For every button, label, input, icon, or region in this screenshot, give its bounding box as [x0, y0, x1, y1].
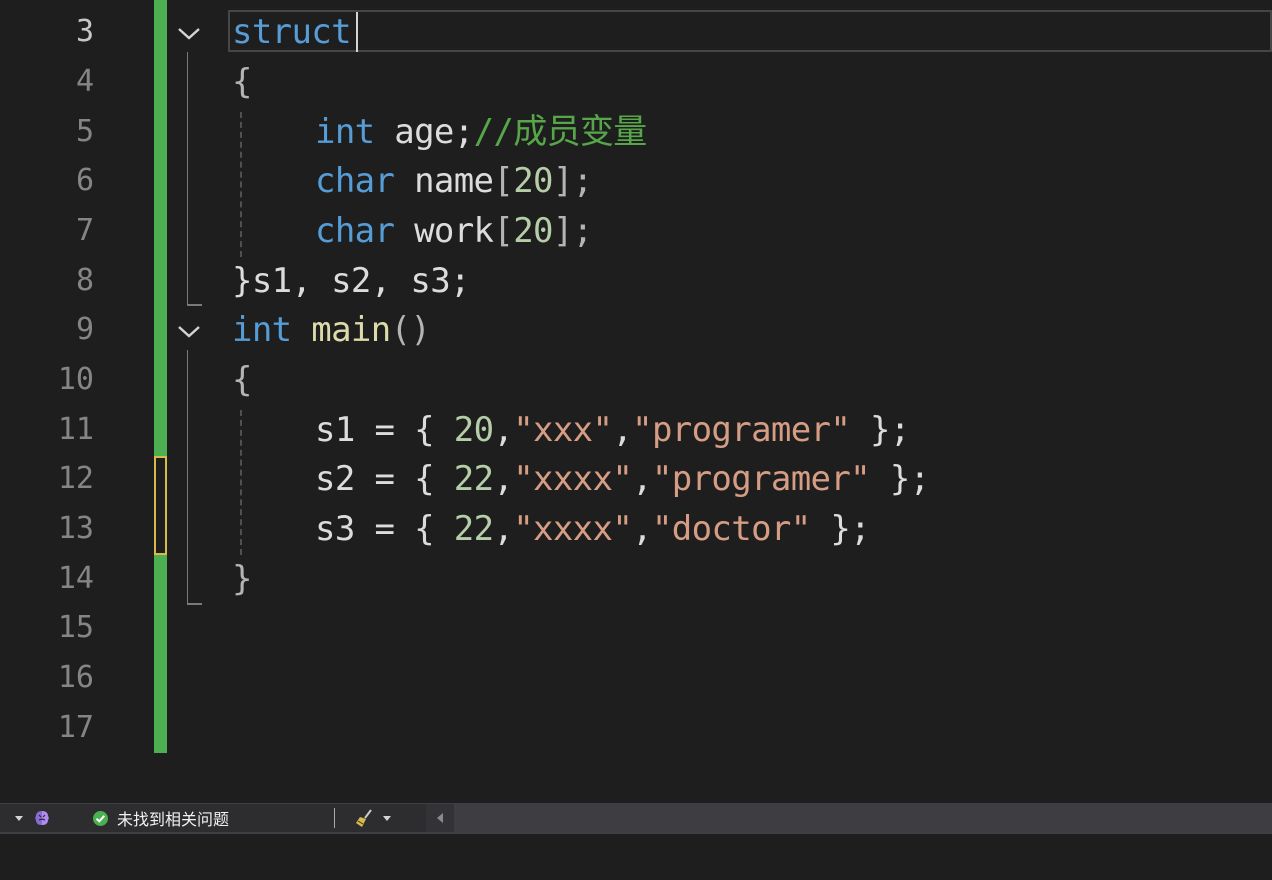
string-token: "programer": [651, 459, 871, 499]
punct-token: [: [493, 161, 514, 201]
collapse-chevron-down-icon[interactable]: [176, 318, 202, 344]
dropdown-chevron-down-icon: [383, 816, 391, 821]
change-indicator-unsaved: [154, 456, 167, 555]
code-line[interactable]: }s1, s2, s3;: [232, 256, 470, 306]
identifier-token: name: [394, 161, 494, 201]
scroll-left-icon[interactable]: [426, 804, 454, 832]
identifier-token: work: [394, 211, 494, 251]
brace-token: {: [232, 62, 252, 102]
keyword-token: int: [315, 112, 375, 152]
issues-status[interactable]: 未找到相关问题: [92, 804, 229, 832]
keyword-token: int: [232, 310, 292, 350]
code-line[interactable]: }: [232, 554, 252, 604]
collapse-chevron-down-icon[interactable]: [176, 20, 202, 46]
editor-status-bar: 未找到相关问题: [0, 803, 1272, 832]
check-circle-icon: [93, 810, 108, 826]
dropdown-chevron-down-icon[interactable]: [12, 804, 26, 832]
line-number: 6: [75, 163, 94, 198]
punct-token: (): [390, 310, 431, 350]
punct-token: ,: [493, 459, 514, 499]
punct-token: ,: [493, 410, 514, 450]
code-line[interactable]: s1 = { 20,"xxx","programer" };: [315, 405, 910, 455]
punct-token: ,: [632, 509, 652, 549]
line-number: 8: [75, 263, 94, 298]
punct-token: ,: [632, 459, 652, 499]
scope-bracket-end: [187, 304, 202, 306]
punct-token: ];: [552, 211, 593, 251]
punct-token: [: [493, 211, 514, 251]
code-line[interactable]: char name[20];: [315, 156, 593, 206]
change-indicator-saved: [154, 0, 167, 753]
scope-bracket: [187, 52, 188, 305]
number-token: 20: [453, 410, 494, 450]
identifier-token: age;: [374, 112, 474, 152]
number-token: 22: [453, 459, 494, 499]
string-token: "programer": [632, 410, 851, 450]
keyword-token: struct: [232, 12, 352, 52]
identifier-token: s3 = {: [315, 509, 454, 549]
string-token: "xxxx": [513, 509, 633, 549]
line-number: 11: [57, 412, 94, 447]
line-number: 13: [57, 511, 94, 546]
line-number: 15: [57, 610, 94, 645]
code-line[interactable]: int main(): [232, 305, 431, 355]
bottom-panel: [0, 832, 1272, 880]
line-number: 7: [75, 213, 94, 248]
indent-guide: [240, 410, 242, 555]
identifier-token: s1 = {: [315, 410, 454, 450]
number-token: 20: [513, 211, 553, 251]
broom-icon: [356, 809, 372, 827]
scope-bracket: [187, 350, 188, 604]
code-line[interactable]: s3 = { 22,"xxxx","doctor" };: [315, 504, 871, 554]
line-number: 12: [57, 461, 94, 496]
comment-token: //成员变量: [473, 112, 648, 152]
code-line[interactable]: struct: [232, 7, 352, 57]
line-number: 5: [75, 114, 94, 149]
identifier-token: s2 = {: [315, 459, 454, 499]
line-number: 4: [75, 64, 94, 99]
code-line[interactable]: {: [232, 57, 252, 107]
line-number: 14: [57, 561, 94, 596]
line-number: 10: [57, 362, 94, 397]
line-number: 17: [57, 710, 94, 745]
string-token: "xxx": [513, 410, 613, 450]
current-line-highlight: [228, 10, 1272, 52]
number-token: 22: [453, 509, 494, 549]
brain-icon[interactable]: [32, 804, 52, 832]
punct-token: };: [870, 459, 930, 499]
brace-token: {: [232, 360, 252, 400]
code-editor[interactable]: 3 4 5 6 7 8 9 10 11 12 13 14 15 16 17 st…: [0, 0, 1272, 803]
string-token: "xxxx": [513, 459, 633, 499]
string-token: "doctor": [651, 509, 811, 549]
punct-token: };: [810, 509, 870, 549]
code-line[interactable]: int age;//成员变量: [315, 107, 647, 157]
code-cleanup-button[interactable]: [354, 804, 394, 832]
text-cursor: [356, 12, 358, 52]
code-line[interactable]: char work[20];: [315, 206, 593, 256]
line-number: 9: [75, 312, 94, 347]
punct-token: ];: [552, 161, 593, 201]
horizontal-scrollbar[interactable]: [454, 804, 1272, 832]
line-number: 16: [57, 660, 94, 695]
line-number: 3: [75, 14, 94, 49]
punct-token: };: [850, 410, 910, 450]
code-line[interactable]: {: [232, 355, 252, 405]
punct-token: ,: [493, 509, 514, 549]
keyword-token: char: [315, 161, 395, 201]
indent-guide: [240, 112, 242, 257]
function-token: main: [311, 310, 391, 350]
scope-bracket-end: [187, 603, 202, 605]
number-token: 20: [513, 161, 553, 201]
code-line[interactable]: s2 = { 22,"xxxx","programer" };: [315, 454, 930, 504]
brace-token: }: [232, 559, 252, 599]
issues-status-text: 未找到相关问题: [117, 812, 230, 829]
identifier-token: }s1, s2, s3;: [232, 261, 470, 301]
keyword-token: char: [315, 211, 395, 251]
status-divider: [334, 804, 335, 832]
punct-token: ,: [612, 410, 633, 450]
